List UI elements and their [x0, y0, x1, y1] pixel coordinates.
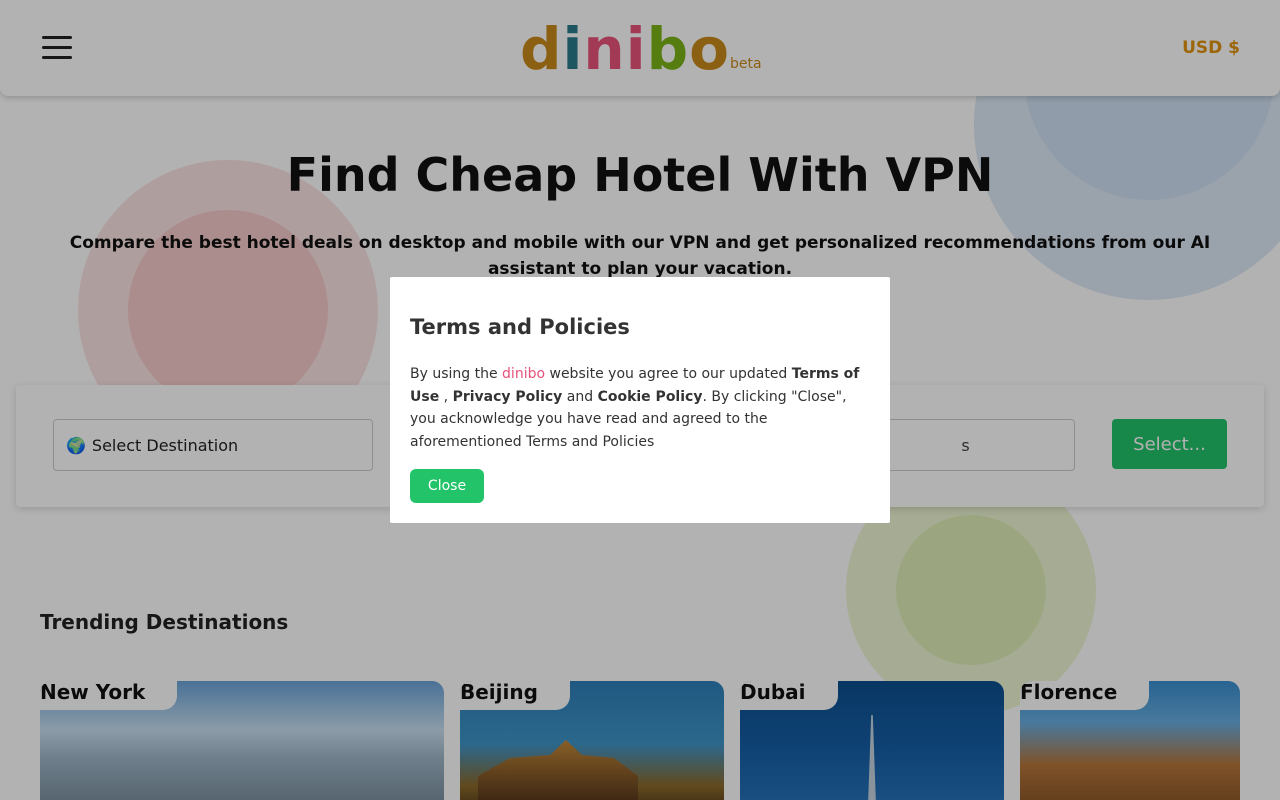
modal-body: By using the dinibo website you agree to… — [410, 363, 870, 453]
privacy-policy-link[interactable]: Privacy Policy — [453, 389, 563, 405]
modal-title: Terms and Policies — [410, 315, 630, 339]
terms-modal: Terms and Policies By using the dinibo w… — [390, 277, 890, 523]
modal-text: and — [562, 388, 598, 405]
modal-text: , — [439, 388, 453, 405]
modal-text: By using the — [410, 366, 503, 382]
modal-text: website you agree to our updated — [545, 366, 792, 382]
cookie-policy-link[interactable]: Cookie Policy — [598, 389, 703, 405]
close-button[interactable]: Close — [410, 469, 484, 503]
modal-brand-name: dinibo — [502, 366, 546, 382]
